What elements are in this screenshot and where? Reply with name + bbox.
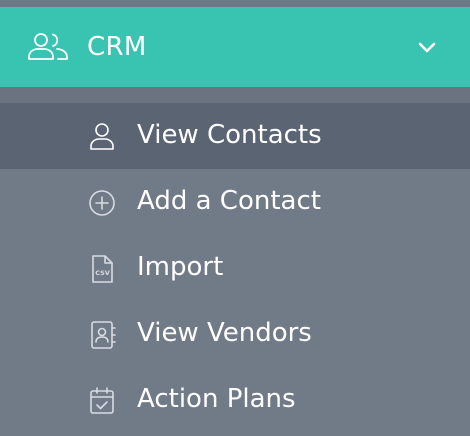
menu-item-view-contacts[interactable]: View Contacts bbox=[0, 103, 470, 169]
csv-file-icon: CSV bbox=[86, 253, 118, 285]
menu-item-view-vendors[interactable]: View Vendors bbox=[0, 301, 470, 367]
header-separator bbox=[0, 87, 470, 103]
svg-text:CSV: CSV bbox=[95, 269, 110, 277]
menu-item-import[interactable]: CSV Import bbox=[0, 235, 470, 301]
user-icon bbox=[86, 121, 118, 153]
address-book-icon bbox=[86, 319, 118, 351]
menu-item-label: View Contacts bbox=[137, 120, 322, 150]
menu-item-label: Import bbox=[137, 252, 224, 282]
menu-item-action-plans[interactable]: Action Plans bbox=[0, 367, 470, 433]
plus-circle-icon bbox=[86, 187, 118, 219]
crm-section-header[interactable]: CRM bbox=[0, 7, 470, 87]
crm-title: CRM bbox=[87, 32, 147, 62]
menu-item-label: Action Plans bbox=[137, 384, 296, 414]
menu-item-label: View Vendors bbox=[137, 318, 312, 348]
menu-item-add-contact[interactable]: Add a Contact bbox=[0, 169, 470, 235]
calendar-check-icon bbox=[86, 385, 118, 417]
crm-submenu: View Contacts Add a Contact CSV Import V… bbox=[0, 103, 470, 433]
menu-item-label: Add a Contact bbox=[137, 186, 321, 216]
top-divider bbox=[0, 0, 470, 7]
chevron-down-icon[interactable] bbox=[416, 39, 438, 55]
users-icon bbox=[27, 31, 71, 63]
